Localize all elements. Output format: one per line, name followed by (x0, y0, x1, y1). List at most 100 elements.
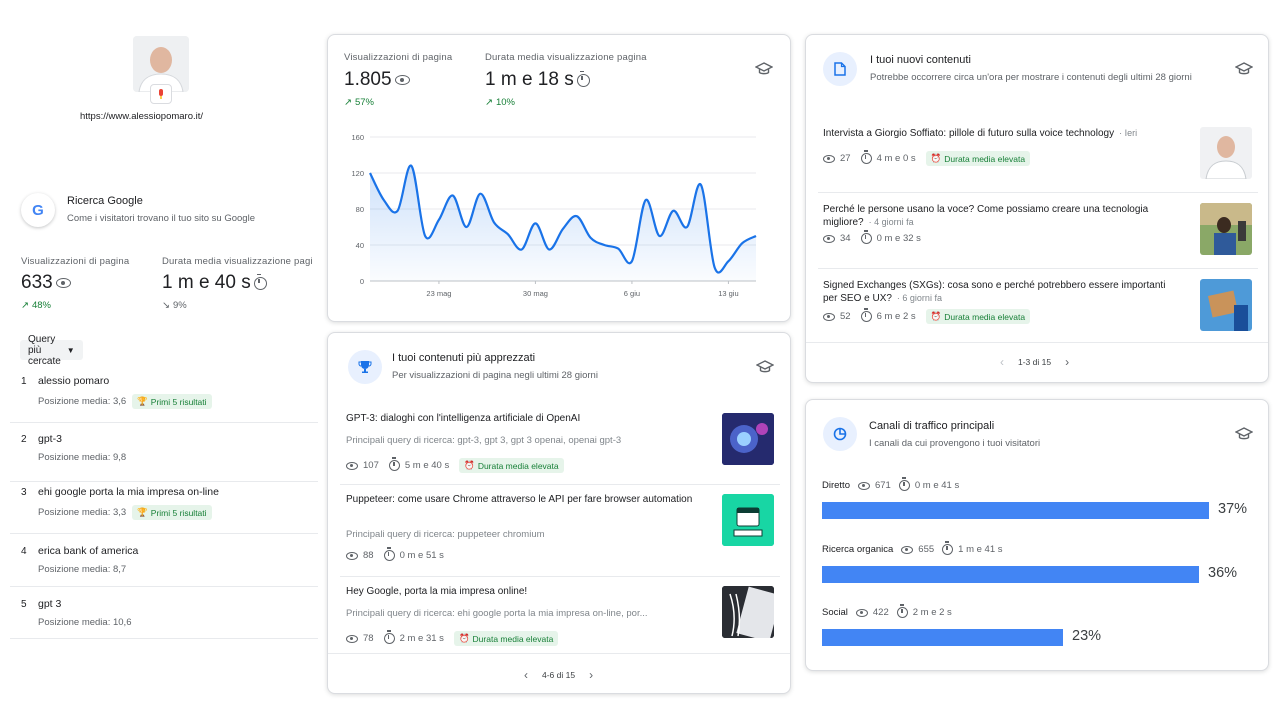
card-subtitle: Per visualizzazioni di pagina negli ulti… (392, 370, 598, 381)
views-stat: 78 (346, 633, 374, 644)
timer-icon (576, 70, 590, 87)
metric-value-text: 1 m e 18 s (485, 69, 574, 90)
duration-value: 5 m e 40 s (404, 460, 450, 471)
query-rank: 5 (21, 599, 27, 610)
metric-label: Visualizzazioni di pagina (344, 52, 453, 63)
content-thumbnail (722, 494, 774, 546)
card-title: I tuoi contenuti più apprezzati (392, 352, 536, 364)
graduation-cap-icon[interactable] (1235, 427, 1253, 441)
channel-bar[interactable] (822, 566, 1199, 583)
y-tick-label: 80 (356, 205, 364, 214)
badge-label: Durata media elevata (472, 633, 554, 644)
views-count: 107 (363, 460, 379, 471)
timer-icon (860, 308, 872, 322)
chevron-left-icon[interactable]: ‹ (524, 668, 528, 682)
query-row[interactable]: 2 gpt-3 Posizione media: 9,8 (0, 432, 318, 482)
position-text: Posizione media: 3,3 (38, 507, 127, 518)
pager-text: 1-3 di 15 (1018, 357, 1052, 367)
content-title[interactable]: Puppeteer: come usare Chrome attraverso … (346, 493, 701, 506)
pageviews-line-chart: 0 40 80 120 160 23 mag 30 mag 6 giu 13 giu (351, 133, 757, 298)
content-title[interactable]: Perché le persone usano la voce? Come po… (823, 203, 1178, 229)
metric-value: 1 m e 18 s (485, 69, 590, 91)
channel-name: Ricerca organica (822, 544, 894, 555)
views-stat: 88 (346, 550, 374, 561)
duration-value: 4 m e 0 s (876, 153, 916, 164)
graduation-cap-icon[interactable] (755, 62, 773, 76)
views-count: 88 (363, 550, 374, 561)
document-icon (823, 52, 857, 86)
views-stat: 107 (346, 460, 379, 471)
alarm-icon: ⏰ (458, 633, 470, 643)
graduation-cap-icon[interactable] (1235, 62, 1253, 76)
query-position: Posizione media: 3,3 🏆 Primi 5 risultati (38, 505, 212, 520)
query-dropdown[interactable]: Query più cercate ▼ (20, 334, 83, 367)
query-text: ehi google porta la mia impresa on-line (38, 486, 219, 498)
row-divider (340, 484, 780, 485)
trophy-icon (348, 350, 382, 384)
chevron-right-icon[interactable]: › (1065, 355, 1069, 369)
card-subtitle: I canali da cui provengono i tuoi visita… (869, 438, 1041, 449)
channel-name: Diretto (822, 480, 850, 491)
views-stat: 422 (855, 607, 889, 618)
badge-label: Durata media elevata (944, 153, 1026, 164)
content-query: Principali query di ricerca: gpt-3, gpt … (346, 435, 622, 446)
timer-icon (898, 477, 910, 491)
query-rank: 4 (21, 546, 27, 557)
query-row[interactable]: 4 erica bank of america Posizione media: 8… (0, 544, 318, 594)
content-title[interactable]: Signed Exchanges (SXGs): cosa sono e per… (823, 279, 1178, 305)
content-title[interactable]: Hey Google, porta la mia impresa online! (346, 585, 701, 598)
eye-icon (855, 608, 868, 617)
content-stats: 52 6 m e 2 s ⏰ Durata media elevata (823, 308, 1031, 324)
views-stat: 655 (901, 544, 934, 555)
channel-label-row: Ricerca organica 655 1 m e 41 s (822, 541, 1003, 555)
channel-bar[interactable] (822, 629, 1063, 646)
badge-label: Durata media elevata (944, 311, 1026, 322)
eye-icon (823, 234, 835, 243)
channel-percentage: 37% (1218, 501, 1248, 517)
duration-stat: 6 m e 2 s (860, 308, 916, 322)
views-stat: 52 (823, 311, 851, 322)
content-title[interactable]: GPT-3: dialoghi con l'intelligenza artif… (346, 412, 701, 425)
content-title[interactable]: Intervista a Giorgio Soffiato: pillole d… (823, 127, 1178, 140)
delta-text: 9% (172, 300, 187, 311)
trend-down-icon: ↘ (162, 300, 170, 311)
duration-value: 1 m e 41 s (958, 544, 1003, 555)
eye-icon (823, 312, 835, 321)
eye-icon (857, 481, 870, 490)
query-row[interactable]: 5 gpt 3 Posizione media: 10,6 (0, 597, 318, 647)
eye-icon (823, 154, 835, 163)
google-g-icon: G (21, 193, 55, 227)
timer-icon (860, 230, 872, 244)
metric-delta: ↗ 10% (485, 97, 515, 108)
duration-value: 0 m e 41 s (914, 480, 960, 491)
site-url[interactable]: https://www.alessiopomaro.it/ (80, 111, 203, 122)
query-row[interactable]: 3 ehi google porta la mia impresa on-line… (0, 485, 318, 535)
query-rank: 3 (21, 487, 27, 498)
content-thumbnail (1200, 279, 1252, 331)
metric-delta: ↗ 48% (21, 300, 51, 311)
graduation-cap-icon[interactable] (756, 360, 774, 374)
highlight-badge: 🏆 Primi 5 risultati (132, 505, 212, 520)
delta-text: 48% (31, 300, 51, 311)
channel-bar[interactable] (822, 502, 1209, 519)
timer-icon (383, 547, 395, 561)
duration-stat: 5 m e 40 s (388, 457, 450, 471)
delta-text: 57% (354, 97, 374, 108)
content-title-text: Intervista a Giorgio Soffiato: pillole d… (823, 128, 1115, 139)
pie-chart-icon (823, 417, 857, 451)
channel-label-row: Diretto 671 0 m e 41 s (822, 477, 960, 491)
position-text: Posizione media: 3,6 (38, 396, 127, 407)
metric-delta: ↗ 57% (344, 97, 374, 108)
content-thumbnail (1200, 203, 1252, 255)
query-position: Posizione media: 3,6 🏆 Primi 5 risultati (38, 394, 212, 409)
eye-icon (901, 545, 914, 554)
query-row[interactable]: 1 alessio pomaro Posizione media: 3,6 🏆 Prim… (0, 374, 318, 424)
y-tick-label: 0 (360, 277, 364, 286)
content-stats: 27 4 m e 0 s ⏰ Durata media elevata (823, 150, 1031, 166)
metric-label: Visualizzazioni di pagina (21, 256, 130, 267)
duration-stat: 1 m e 41 s (942, 541, 1003, 555)
row-divider (10, 586, 318, 587)
pager-text: 4-6 di 15 (542, 670, 576, 680)
chevron-right-icon[interactable]: › (589, 668, 593, 682)
chevron-left-icon[interactable]: ‹ (1000, 355, 1004, 369)
